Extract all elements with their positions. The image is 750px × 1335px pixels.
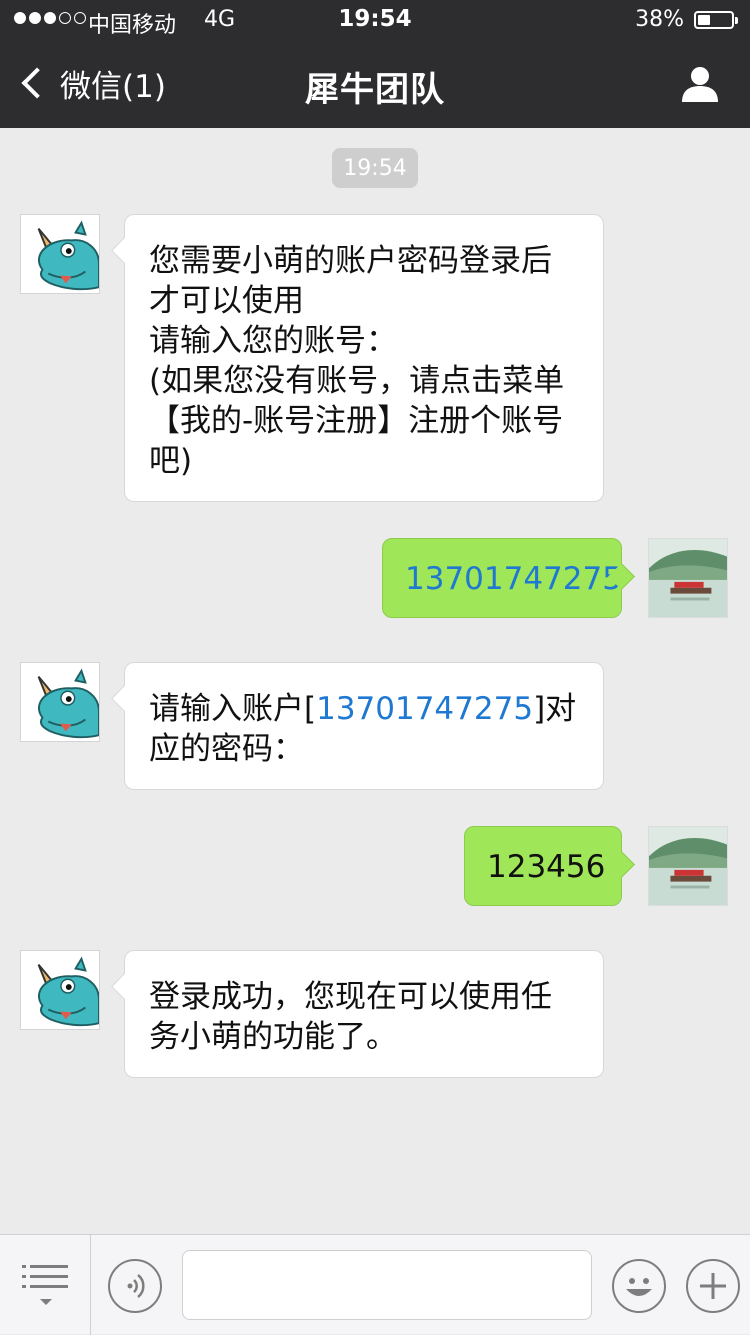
navigation-bar: 微信(1) 犀牛团队 xyxy=(0,40,750,128)
chat-messages: 19:54 您需要小萌的账户密码登录后 才可以使用 请输入您的账号： (如果您没… xyxy=(0,128,750,1234)
message-line: 应的密码： xyxy=(149,731,304,767)
plus-icon xyxy=(700,1273,726,1299)
lake-boat-image xyxy=(649,539,727,617)
rhino-logo xyxy=(21,951,99,1029)
input-toolbar xyxy=(0,1234,750,1335)
user-avatar[interactable] xyxy=(648,538,728,618)
battery-icon xyxy=(694,11,738,29)
bot-avatar[interactable] xyxy=(20,214,100,294)
status-bar: 中国移动 4G 19:54 38% xyxy=(0,0,750,40)
voice-icon xyxy=(127,1274,145,1298)
battery-percent: 38% xyxy=(635,7,684,32)
bot-avatar[interactable] xyxy=(20,950,100,1030)
battery-level-fill xyxy=(698,15,711,25)
message-line: 您需要小萌的账户密码登录后 xyxy=(149,243,552,279)
message-line: 请输入您的账号： xyxy=(149,323,397,359)
plus-button[interactable] xyxy=(686,1259,740,1313)
message-line: 请输入账户[13701747275]对 xyxy=(149,689,579,729)
message-line: 务小萌的功能了。 xyxy=(149,1019,397,1055)
text-prefix: 请输入账户[ xyxy=(149,691,317,727)
message-bubble-me[interactable]: 13701747275 xyxy=(382,538,622,618)
list-menu-icon[interactable] xyxy=(22,1265,70,1315)
message-input[interactable] xyxy=(182,1250,592,1320)
message-line: (如果您没有账号，请点击菜单 xyxy=(149,363,565,399)
rhino-logo xyxy=(21,663,99,741)
timestamp-chip: 19:54 xyxy=(332,148,418,188)
toolbar-divider xyxy=(90,1235,91,1335)
message-bubble-me[interactable]: 123456 xyxy=(464,826,622,906)
message-line: 才可以使用 xyxy=(149,283,304,319)
message-line: 吧) xyxy=(149,443,193,479)
phone-number-link[interactable]: 13701747275 xyxy=(316,691,533,727)
smiley-icon xyxy=(626,1278,652,1296)
emoji-button[interactable] xyxy=(612,1259,666,1313)
message-bubble-bot[interactable]: 您需要小萌的账户密码登录后 才可以使用 请输入您的账号： (如果您没有账号，请点… xyxy=(124,214,604,502)
lake-boat-image xyxy=(649,827,727,905)
message-bubble-bot[interactable]: 登录成功，您现在可以使用任 务小萌的功能了。 xyxy=(124,950,604,1078)
text-suffix: ]对 xyxy=(533,691,577,727)
rhino-logo xyxy=(21,215,99,293)
message-text: 123456 xyxy=(487,849,606,885)
message-line: 【我的-账号注册】注册个账号 xyxy=(149,403,564,439)
person-icon[interactable] xyxy=(680,64,720,104)
chat-title: 犀牛团队 xyxy=(305,70,445,110)
message-bubble-bot[interactable]: 请输入账户[13701747275]对 应的密码： xyxy=(124,662,604,790)
bot-avatar[interactable] xyxy=(20,662,100,742)
message-line: 登录成功，您现在可以使用任 xyxy=(149,979,552,1015)
phone-number-link[interactable]: 13701747275 xyxy=(405,559,622,599)
user-avatar[interactable] xyxy=(648,826,728,906)
voice-button[interactable] xyxy=(108,1259,162,1313)
